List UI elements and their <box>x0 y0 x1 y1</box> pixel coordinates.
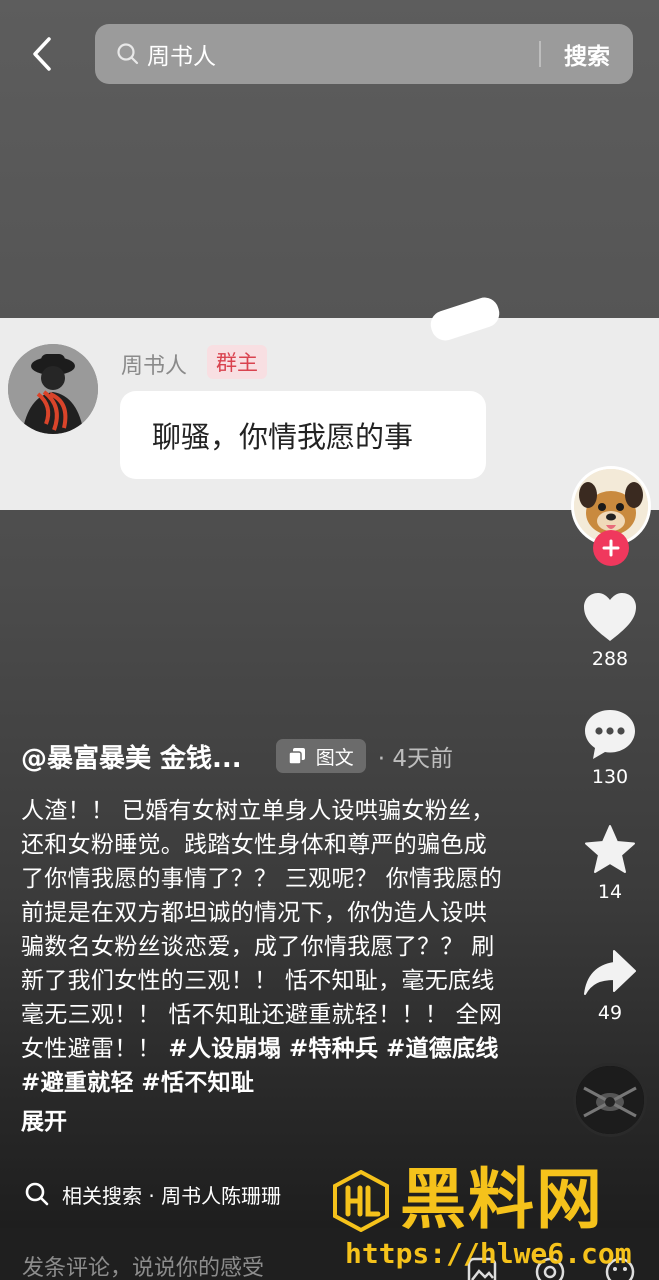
group-owner-badge: 群主 <box>207 345 267 379</box>
search-button[interactable]: 搜索 <box>541 37 633 71</box>
related-search-label: 相关搜索 · 周书人陈珊珊 <box>62 1183 282 1208</box>
post-text: 人渣！！ 已婚有女树立单身人设哄骗女粉丝，还和女粉睡觉。践踏女性身体和尊严的骗色… <box>21 794 506 1100</box>
share-icon <box>584 950 636 995</box>
search-input[interactable]: 周书人 <box>147 37 539 71</box>
music-disc[interactable] <box>573 1063 647 1137</box>
hashtag[interactable]: #道德底线 <box>386 1036 499 1062</box>
comment-button[interactable]: 130 <box>574 706 646 788</box>
search-icon <box>25 1182 49 1206</box>
hashtag[interactable]: #特种兵 <box>289 1036 378 1062</box>
chat-sender-name: 周书人 <box>121 354 188 379</box>
watermark-url: https://hlwe6.com <box>345 1237 632 1270</box>
follow-button[interactable] <box>593 530 629 566</box>
chat-screenshot: 周书人 群主 聊骚，你情我愿的事 <box>0 293 659 510</box>
comment-input[interactable]: 发条评论，说说你的感受 <box>22 1250 264 1280</box>
post-author-line: @暴富暴美 金钱... 图文 · 4天前 <box>21 738 453 774</box>
like-count: 288 <box>591 648 629 670</box>
decorative-shape <box>427 293 503 345</box>
back-arrow-icon <box>33 37 51 71</box>
post-time: · 4天前 <box>377 746 453 772</box>
plus-icon <box>602 539 620 557</box>
share-button[interactable]: 49 <box>574 948 646 1024</box>
hashtag[interactable]: #人设崩塌 <box>168 1036 281 1062</box>
watermark-title: 黑料网 <box>400 1161 604 1238</box>
chat-message-bubble: 聊骚，你情我愿的事 <box>120 391 486 479</box>
like-button[interactable]: 288 <box>574 590 646 670</box>
back-button[interactable] <box>22 34 62 74</box>
author-name[interactable]: @暴富暴美 金钱... <box>21 738 242 775</box>
share-count: 49 <box>597 1002 623 1024</box>
post-type-tag: 图文 <box>275 739 366 773</box>
post-body-text: 人渣！！ 已婚有女树立单身人设哄骗女粉丝，还和女粉睡觉。践踏女性身体和尊严的骗色… <box>21 798 503 1062</box>
image-text-icon <box>287 748 305 765</box>
search-icon <box>115 41 141 67</box>
watermark-logo <box>333 1170 389 1232</box>
heart-icon <box>584 593 636 641</box>
post-type-label: 图文 <box>315 746 354 769</box>
expand-button[interactable]: 展开 <box>21 1102 67 1136</box>
chat-avatar <box>8 344 98 434</box>
favorite-button[interactable]: 14 <box>574 823 646 903</box>
search-bar[interactable]: 周书人 搜索 <box>95 24 633 84</box>
favorite-count: 14 <box>597 881 623 903</box>
comment-count: 130 <box>591 766 629 788</box>
hashtag[interactable]: #避重就轻 <box>21 1070 134 1096</box>
star-icon <box>585 825 635 873</box>
hashtag[interactable]: #恬不知耻 <box>141 1070 254 1096</box>
comment-icon <box>585 710 635 759</box>
related-search[interactable]: 相关搜索 · 周书人陈珊珊 <box>24 1177 281 1211</box>
